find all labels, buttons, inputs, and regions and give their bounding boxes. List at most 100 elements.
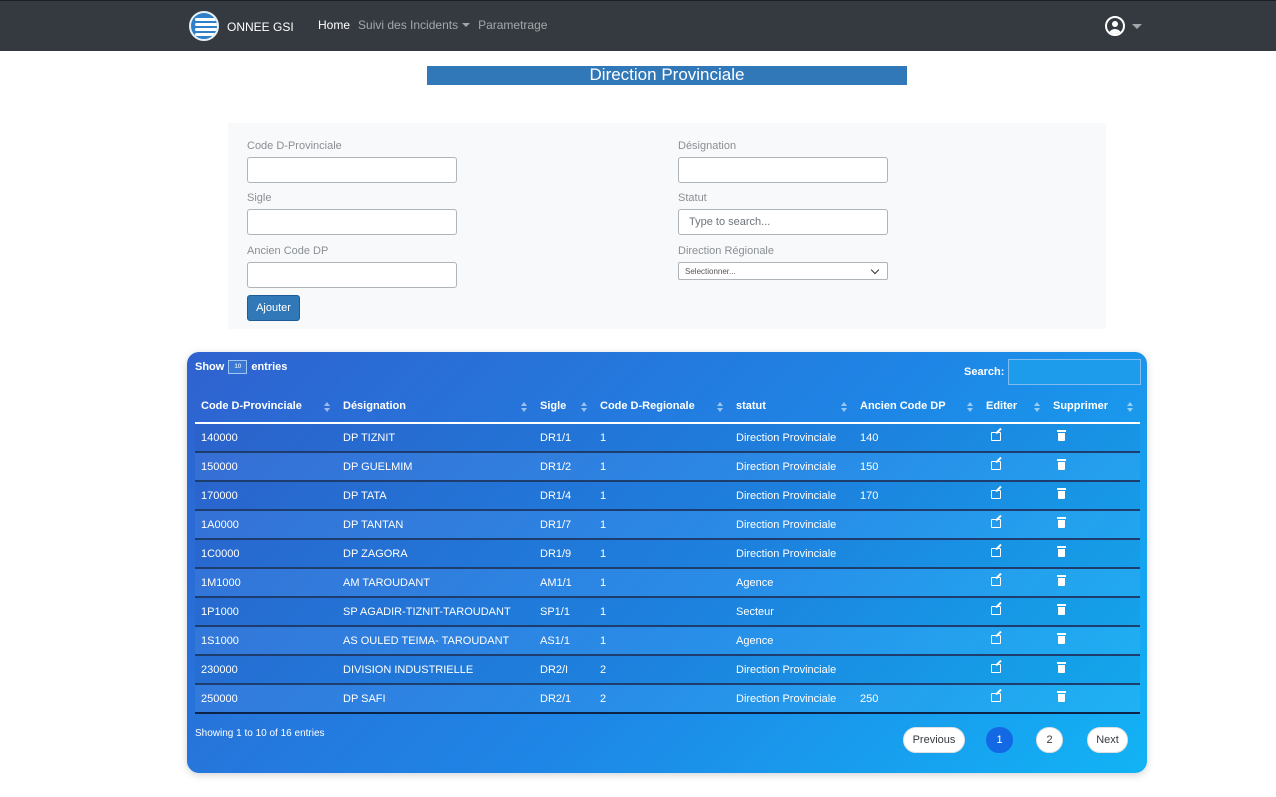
cell-statut: Agence xyxy=(730,626,854,656)
code-group: Code D-Provinciale xyxy=(247,140,457,183)
previous-button[interactable]: Previous xyxy=(903,727,965,753)
table-row: 230000 DIVISION INDUSTRIELLE DR2/I 2 Directi… xyxy=(195,655,1140,685)
page-2-button[interactable]: 2 xyxy=(1036,727,1063,753)
code-label: Code D-Provinciale xyxy=(247,140,342,152)
col-code-label: Code D-Provinciale xyxy=(201,400,302,412)
trash-icon[interactable] xyxy=(1057,459,1066,470)
caret-down-icon xyxy=(1132,23,1142,29)
cell-statut: Direction Provinciale xyxy=(730,655,854,685)
sigle-group: Sigle xyxy=(247,192,457,235)
cell-sigle: AM1/1 xyxy=(534,568,594,598)
next-button[interactable]: Next xyxy=(1087,727,1128,753)
edit-icon[interactable] xyxy=(991,489,1001,499)
col-statut[interactable]: statut xyxy=(730,390,854,424)
trash-icon[interactable] xyxy=(1057,430,1066,441)
cell-designation: DP GUELMIM xyxy=(337,452,534,482)
cell-editer xyxy=(980,510,1047,540)
cell-designation: DP TIZNIT xyxy=(337,423,534,453)
nav-link-suivi-incidents[interactable]: Suivi des Incidents xyxy=(358,18,471,32)
trash-icon[interactable] xyxy=(1057,575,1066,586)
cell-statut: Direction Provinciale xyxy=(730,423,854,453)
edit-icon[interactable] xyxy=(991,431,1001,441)
table-row: 1P1000 SP AGADIR-TIZNIT-TAROUDANT SP1/1 1 Se… xyxy=(195,597,1140,627)
trash-icon[interactable] xyxy=(1057,517,1066,528)
onee-logo-icon xyxy=(189,11,219,41)
edit-icon[interactable] xyxy=(991,692,1001,702)
col-editer[interactable]: Editer xyxy=(980,390,1047,424)
cell-code: 140000 xyxy=(195,423,337,453)
cell-designation: AM TAROUDANT xyxy=(337,568,534,598)
nav-link-parametrage[interactable]: Parametrage xyxy=(478,18,547,32)
table-row: 250000 DP SAFI DR2/1 2 Direction Provinciale… xyxy=(195,684,1140,714)
nav-link-suivi-label: Suivi des Incidents xyxy=(358,18,459,32)
add-button[interactable]: Ajouter xyxy=(247,295,300,321)
cell-code-regionale: 2 xyxy=(594,655,730,685)
page-1-button[interactable]: 1 xyxy=(986,727,1013,753)
table-row: 140000 DP TIZNIT DR1/1 1 Direction Provincia… xyxy=(195,423,1140,453)
cell-statut: Direction Provinciale xyxy=(730,510,854,540)
trash-icon[interactable] xyxy=(1057,488,1066,499)
cell-code-regionale: 1 xyxy=(594,452,730,482)
code-input[interactable] xyxy=(247,157,457,183)
col-statut-label: statut xyxy=(736,400,766,412)
cell-supprimer xyxy=(1047,481,1140,511)
entries-length-select[interactable]: 10 xyxy=(228,360,248,374)
cell-statut: Secteur xyxy=(730,597,854,627)
sort-icon xyxy=(580,402,588,413)
col-ancien-code-label: Ancien Code DP xyxy=(860,400,946,412)
edit-icon[interactable] xyxy=(991,576,1001,586)
cell-ancien-code xyxy=(854,655,980,685)
cell-ancien-code xyxy=(854,626,980,656)
edit-icon[interactable] xyxy=(991,663,1001,673)
col-code[interactable]: Code D-Provinciale xyxy=(195,390,337,424)
col-ancien-code[interactable]: Ancien Code DP xyxy=(854,390,980,424)
edit-icon[interactable] xyxy=(991,634,1001,644)
edit-icon[interactable] xyxy=(991,518,1001,528)
sigle-input[interactable] xyxy=(247,209,457,235)
cell-statut: Direction Provinciale xyxy=(730,539,854,569)
region-selected: Selectionner... xyxy=(685,266,736,276)
show-label: Show xyxy=(195,361,225,373)
trash-icon[interactable] xyxy=(1057,633,1066,644)
cell-code-regionale: 1 xyxy=(594,626,730,656)
sort-icon xyxy=(966,402,974,413)
nav-link-parametrage-label: Parametrage xyxy=(478,18,548,32)
edit-icon[interactable] xyxy=(991,460,1001,470)
brand[interactable]: ONNEE GSI xyxy=(189,11,294,41)
cell-designation: AS OULED TEIMA- TAROUDANT xyxy=(337,626,534,656)
cell-sigle: DR1/9 xyxy=(534,539,594,569)
edit-icon[interactable] xyxy=(991,605,1001,615)
cell-designation: DP ZAGORA xyxy=(337,539,534,569)
edit-icon[interactable] xyxy=(991,547,1001,557)
col-supprimer[interactable]: Supprimer xyxy=(1047,390,1140,424)
cell-code-regionale: 1 xyxy=(594,539,730,569)
cell-sigle: DR1/4 xyxy=(534,481,594,511)
region-group: Direction Régionale Selectionner... xyxy=(678,245,888,280)
cell-code-regionale: 2 xyxy=(594,684,730,714)
designation-input[interactable] xyxy=(678,157,888,183)
region-select[interactable]: Selectionner... xyxy=(678,262,888,280)
col-code-regionale[interactable]: Code D-Regionale xyxy=(594,390,730,424)
trash-icon[interactable] xyxy=(1057,662,1066,673)
statut-label: Statut xyxy=(678,192,707,204)
trash-icon[interactable] xyxy=(1057,546,1066,557)
table-row: 1C0000 DP ZAGORA DR1/9 1 Direction Provincia… xyxy=(195,539,1140,569)
sort-icon xyxy=(323,402,331,413)
ancien-input[interactable] xyxy=(247,262,457,288)
nav-link-home[interactable]: Home xyxy=(318,18,350,32)
col-designation[interactable]: Désignation xyxy=(337,390,534,424)
user-menu[interactable] xyxy=(1105,16,1142,36)
trash-icon[interactable] xyxy=(1057,691,1066,702)
ancien-label: Ancien Code DP xyxy=(247,245,329,257)
col-sigle[interactable]: Sigle xyxy=(534,390,594,424)
trash-icon[interactable] xyxy=(1057,604,1066,615)
cell-supprimer xyxy=(1047,539,1140,569)
navbar: ONNEE GSI Home Suivi des Incidents Param… xyxy=(0,0,1276,51)
table-row: 1A0000 DP TANTAN DR1/7 1 Direction Provincia… xyxy=(195,510,1140,540)
designation-group: Désignation xyxy=(678,140,888,183)
cell-sigle: DR2/I xyxy=(534,655,594,685)
search-input[interactable] xyxy=(1008,359,1142,385)
cell-statut: Agence xyxy=(730,568,854,598)
cell-supprimer xyxy=(1047,452,1140,482)
statut-input[interactable] xyxy=(678,209,888,235)
